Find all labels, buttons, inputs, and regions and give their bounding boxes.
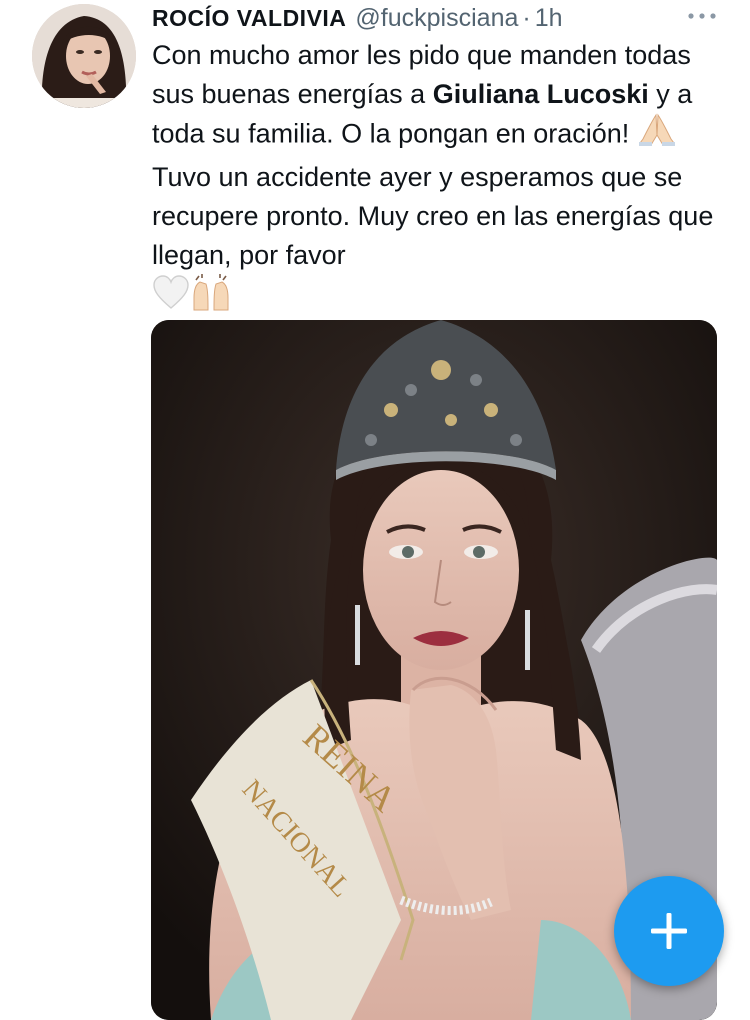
white-heart-icon (152, 275, 190, 322)
plus-icon (651, 913, 687, 949)
separator: · (522, 3, 531, 32)
folded-hands-icon (637, 113, 677, 158)
avatar[interactable] (32, 4, 136, 108)
tweet-text: Con mucho amor les pido que manden todas… (152, 36, 732, 323)
raising-hands-icon (190, 274, 232, 323)
author-handle[interactable]: @fuckpisciana (355, 4, 518, 33)
tweet-text-part3: Tuvo un accidente ayer y esperamos que s… (152, 162, 714, 270)
more-options-icon[interactable] (682, 2, 722, 30)
compose-button[interactable] (614, 876, 724, 986)
author-name[interactable]: ROCÍO VALDIVIA (152, 5, 346, 32)
mentioned-name: Giuliana Lucoski (432, 78, 649, 109)
timestamp[interactable]: 1h (535, 4, 563, 33)
tweet-header: ROCÍO VALDIVIA @fuckpisciana · 1h (152, 2, 732, 34)
